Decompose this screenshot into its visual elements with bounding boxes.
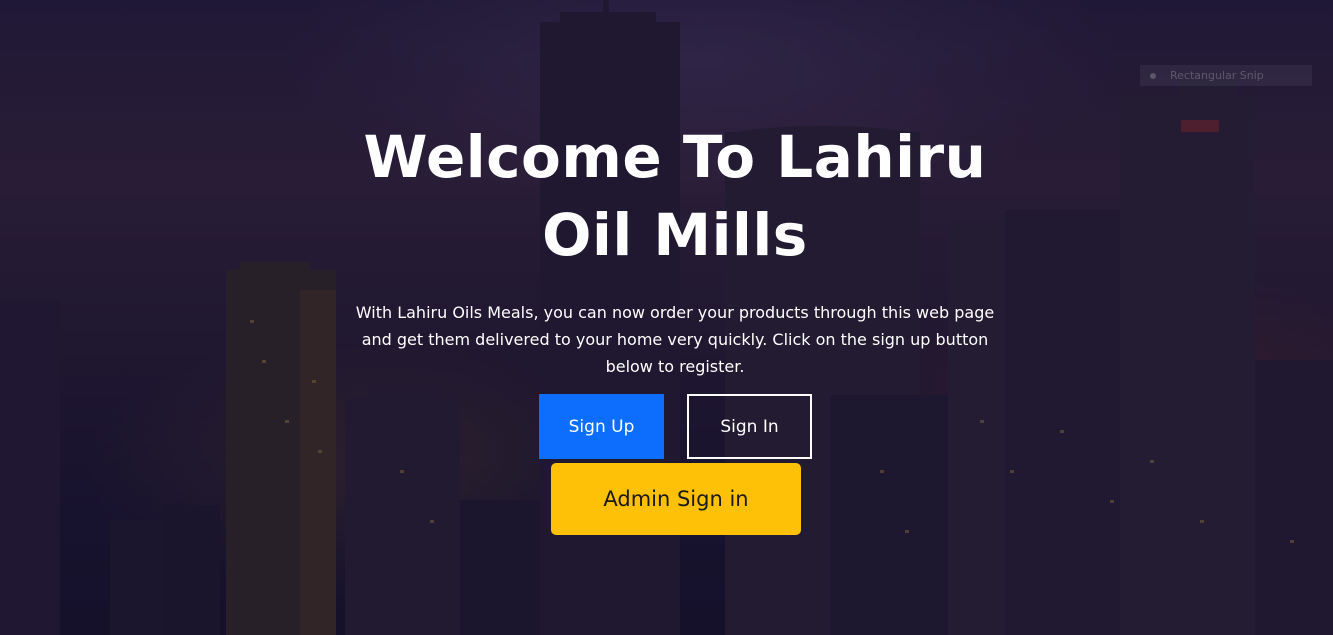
hero-content: Welcome To Lahiru Oil Mills With Lahiru …: [325, 118, 1025, 459]
hero-description: With Lahiru Oils Meals, you can now orde…: [355, 303, 995, 376]
page-title: Welcome To Lahiru Oil Mills: [363, 123, 987, 269]
hero-section: Rectangular Snip Welcome To Lahiru Oil M…: [0, 0, 1333, 635]
snip-label: Rectangular Snip: [1170, 69, 1264, 82]
sign-in-button[interactable]: Sign In: [687, 394, 812, 459]
sign-up-button[interactable]: Sign Up: [539, 394, 664, 459]
snipping-tool-ghost: Rectangular Snip: [1140, 65, 1312, 86]
snip-dot-icon: [1150, 73, 1156, 79]
admin-sign-in-button[interactable]: Admin Sign in: [551, 463, 801, 535]
auth-button-row: Sign Up Sign In: [325, 394, 1025, 459]
